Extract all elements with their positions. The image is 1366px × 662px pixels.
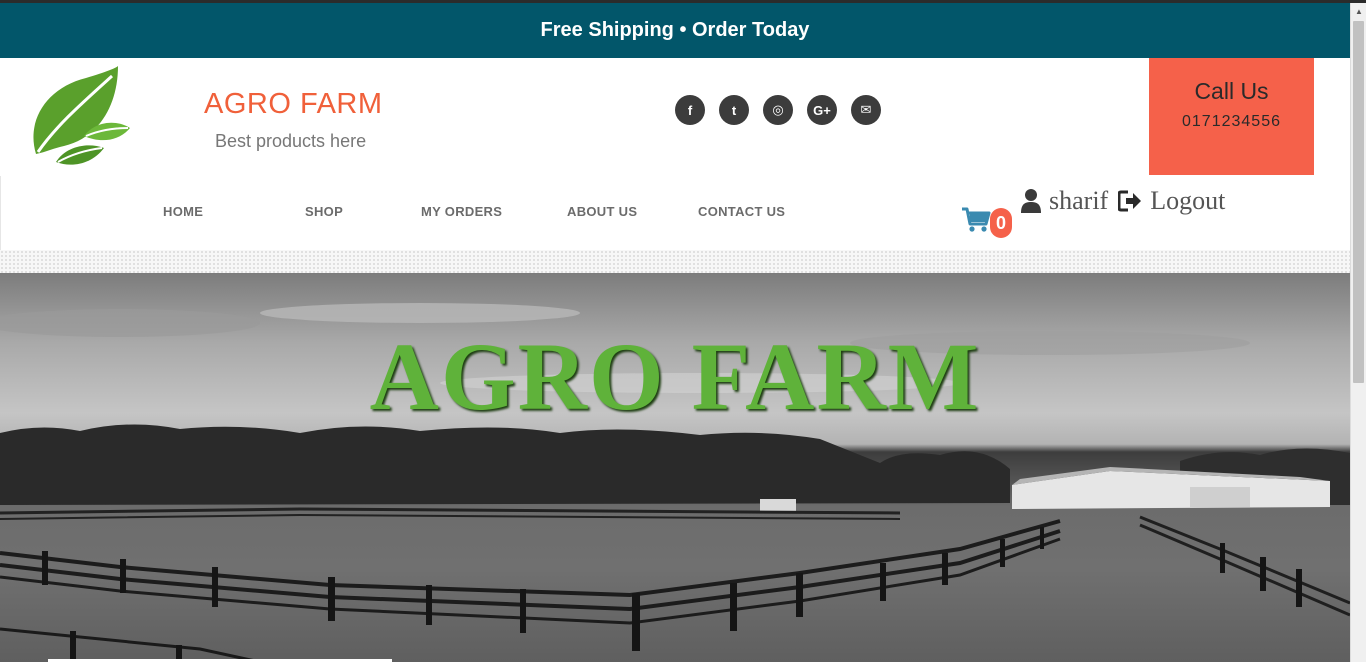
leaf-logo-icon[interactable] [26,66,134,170]
call-us-number[interactable]: 0171234556 [1149,113,1314,131]
instagram-icon[interactable]: ◎ [763,95,793,125]
twitter-icon[interactable]: t [719,95,749,125]
main-nav: HOME SHOP MY ORDERS ABOUT US CONTACT US … [0,176,1350,250]
cart-icon[interactable] [961,206,991,234]
nav-item-home[interactable]: HOME [163,204,203,219]
envelope-icon[interactable]: ✉ [851,95,881,125]
promo-text: Free Shipping • Order Today [540,19,810,41]
nav-item-contact-us[interactable]: CONTACT US [698,204,785,219]
cart-count-badge[interactable]: 0 [990,208,1012,238]
promo-bar: Free Shipping • Order Today [0,3,1350,58]
brand-name[interactable]: AGRO FARM [204,88,383,121]
facebook-icon[interactable]: f [675,95,705,125]
hero-title: AGRO FARM [369,323,981,430]
nav-item-my-orders[interactable]: MY ORDERS [421,204,502,219]
brand-tagline: Best products here [215,131,367,151]
scroll-up-arrow-icon[interactable]: ▲ [1351,3,1366,19]
google-plus-icon[interactable]: G+ [807,95,837,125]
logout-icon[interactable] [1118,190,1142,212]
scrollbar-thumb[interactable] [1353,21,1364,383]
call-us-box[interactable]: Call Us 0171234556 [1149,58,1314,175]
page-scrollbar[interactable]: ▲ [1350,3,1366,662]
user-icon [1021,189,1041,213]
logout-link[interactable]: Logout [1150,186,1225,216]
nav-item-about-us[interactable]: ABOUT US [567,204,637,219]
hero-banner: AGRO FARM [0,273,1350,662]
call-us-title: Call Us [1194,78,1269,104]
site-header: AGRO FARM Best products here f t ◎ G+ ✉ … [0,58,1350,176]
header-divider-band [0,250,1350,273]
social-links: f t ◎ G+ ✉ [675,95,881,125]
nav-item-shop[interactable]: SHOP [305,204,343,219]
user-name[interactable]: sharif [1049,186,1108,216]
user-area: sharif Logout [1021,186,1225,216]
